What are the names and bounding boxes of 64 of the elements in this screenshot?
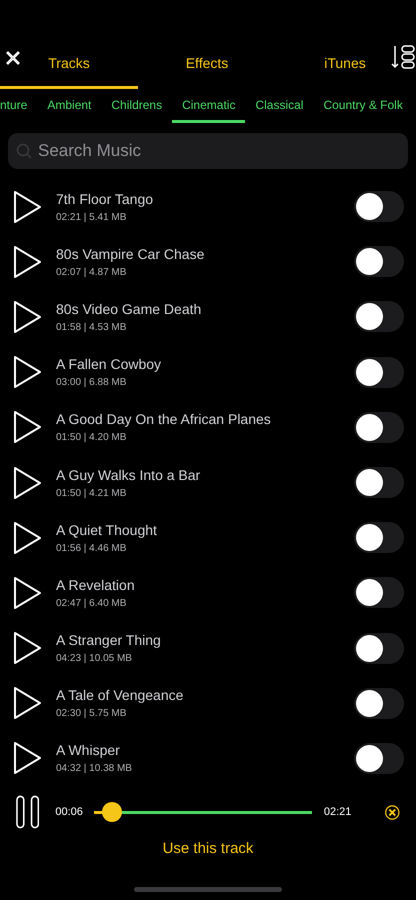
track-title: 80s Video Game Death [56, 300, 202, 319]
track-title: A Fallen Cowboy [56, 355, 162, 374]
search-icon [16, 143, 32, 159]
track-info: 02:21 | 5.41 MB [56, 210, 128, 225]
tab[interactable]: iTunes [276, 40, 414, 89]
track-title: A Revelation [56, 576, 136, 595]
track-title: A Stranger Thing [56, 631, 162, 650]
track-info: 02:47 | 6.40 MB [56, 596, 128, 611]
toggle-switch[interactable] [354, 356, 404, 388]
play-icon[interactable] [12, 520, 42, 555]
close-icon[interactable] [5, 50, 21, 66]
slider-thumb[interactable] [102, 802, 122, 822]
genre-tab[interactable]: Childrens [101, 89, 172, 123]
cancel-icon[interactable] [385, 804, 400, 820]
track-info: 03:00 | 6.88 MB [56, 376, 128, 390]
play-icon[interactable] [12, 631, 42, 666]
toggle-switch[interactable] [354, 246, 404, 278]
track-title: A Quiet Thought [56, 520, 158, 540]
track-title: A Whisper [56, 741, 121, 760]
play-icon[interactable] [12, 466, 42, 500]
track-info: 01:56 | 4.46 MB [56, 542, 128, 556]
play-icon[interactable] [12, 410, 42, 444]
genre-tab[interactable]: Country & Folk [313, 89, 413, 123]
genre-tab[interactable]: Ambient [37, 89, 102, 123]
track-info: 01:50 | 4.20 MB [56, 431, 128, 446]
toggle-switch[interactable] [354, 522, 404, 554]
progress-slider[interactable] [94, 800, 312, 824]
toggle-switch[interactable] [354, 467, 404, 498]
track-info: 01:58 | 4.53 MB [56, 320, 128, 335]
genre-tab[interactable]: nture [0, 89, 38, 123]
sort-icon[interactable] [390, 44, 416, 70]
toggle-switch[interactable] [354, 301, 404, 332]
toggle-switch[interactable] [354, 577, 404, 608]
tab[interactable]: Tracks [0, 40, 138, 89]
search-field[interactable]: Search Music [8, 133, 408, 169]
elapsed-time: 00:06 [55, 804, 84, 820]
track-title: 7th Floor Tango [56, 190, 154, 209]
track-title: A Guy Walks Into a Bar [56, 466, 202, 485]
play-icon[interactable] [12, 686, 42, 720]
toggle-switch[interactable] [354, 632, 404, 664]
toggle-switch[interactable] [354, 742, 404, 774]
genre-tab[interactable]: Classical [245, 89, 314, 123]
pause-icon[interactable] [16, 795, 40, 830]
track-title: A Good Day On the African Planes [56, 410, 272, 430]
play-icon[interactable] [12, 355, 42, 390]
use-track-button[interactable]: Use this track [158, 838, 258, 861]
toggle-switch[interactable] [354, 412, 404, 443]
track-info: 02:30 | 5.75 MB [56, 707, 128, 722]
track-info: 04:23 | 10.05 MB [56, 652, 133, 666]
track-info: 04:32 | 10.38 MB [56, 762, 133, 776]
track-info: 02:07 | 4.87 MB [56, 266, 128, 280]
play-icon[interactable] [12, 244, 42, 279]
toggle-switch[interactable] [354, 191, 404, 222]
track-info: 01:50 | 4.21 MB [56, 486, 128, 501]
play-icon[interactable] [12, 190, 42, 224]
toggle-switch[interactable] [354, 688, 404, 719]
track-title: 80s Vampire Car Chase [56, 244, 206, 264]
play-icon[interactable] [12, 576, 42, 610]
tab[interactable]: Effects [138, 40, 276, 89]
play-icon[interactable] [12, 300, 42, 334]
genre-tab[interactable]: Cinematic [172, 89, 246, 123]
duration-time: 02:21 [324, 804, 352, 820]
track-title: A Tale of Vengeance [56, 686, 184, 706]
play-icon[interactable] [12, 741, 42, 776]
